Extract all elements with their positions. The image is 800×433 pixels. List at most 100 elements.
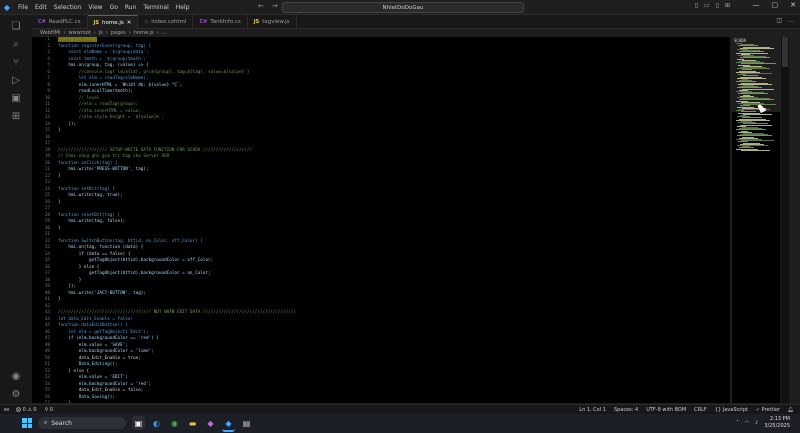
account-icon[interactable]: ◉ <box>0 367 32 385</box>
breadcrumb-item[interactable]: wwwroot <box>68 30 90 36</box>
code-text: const elmName = '$(group)data'; <box>58 50 149 55</box>
minimap[interactable]: SCADA <box>732 37 780 403</box>
settings-gear-icon[interactable]: ⚙ <box>0 385 32 403</box>
code-text: /////////////////// SETUP WRITE DATA FUN… <box>58 147 253 153</box>
clock[interactable]: 2:13 PM 3/25/2025 <box>764 416 790 430</box>
back-arrow-icon[interactable]: ← <box>258 2 264 10</box>
menu-edit[interactable]: Edit <box>35 4 47 11</box>
minimize-icon[interactable]: — <box>753 1 760 9</box>
code-text: Data_Saving(); <box>58 394 115 400</box>
code-text: } <box>58 173 61 179</box>
code-text: elm.value = 'EDIT'; <box>58 375 128 380</box>
menu-file[interactable]: File <box>18 4 28 11</box>
code-text: elm.backgroundColor = 'lime'; <box>58 349 154 354</box>
code-text: hmi.write('PRESS-BUTTON', tag); <box>58 167 149 172</box>
code-line[interactable]: 57 } <box>32 401 730 403</box>
explorer-icon[interactable]: ❏ <box>0 17 32 35</box>
vscode-logo-icon: ◆ <box>3 2 11 12</box>
code-text: } <box>58 128 61 133</box>
clock-date: 3/25/2025 <box>764 423 790 429</box>
search-icon: ⌕ <box>44 419 48 426</box>
tab-readplc[interactable]: C# ReadPLC.cs <box>32 15 88 28</box>
forward-arrow-icon[interactable]: → <box>272 2 278 10</box>
customize-layout-icon[interactable]: ⊞ <box>725 2 730 9</box>
chrome-browser-icon[interactable]: ◉ <box>168 416 181 430</box>
code-text: } else { <box>58 264 100 270</box>
code-text: } <box>58 277 82 283</box>
menu-view[interactable]: View <box>88 4 102 11</box>
toggle-sidebar-icon[interactable]: ▯ <box>695 2 698 9</box>
tab-label: tagview.js <box>262 18 290 25</box>
tray-overflow-icon[interactable]: ˄ <box>736 420 739 426</box>
language-mode[interactable]: {} JavaScript <box>715 407 748 413</box>
clock-time: 2:13 PM <box>769 416 790 422</box>
code-text: let elm = readTag(elmName); <box>58 76 149 81</box>
notifications-bell-icon[interactable]: 🔔︎ <box>788 407 794 413</box>
windows-taskbar: ⌕ Search ▣ ◐ ◉ ▬ ◆ ◆ ▤ ˄ ◠ ♪ 2:13 PM 3/2… <box>0 414 800 433</box>
prettier-status[interactable]: ✓ Prettier <box>756 407 780 413</box>
code-text: data_Edit_Enable = true; <box>58 355 141 361</box>
tab-tankinfo[interactable]: C# TankInfo.cs <box>193 15 248 28</box>
remote-explorer-icon[interactable]: ▣ <box>0 89 32 107</box>
file-explorer-icon[interactable]: ▬ <box>186 416 199 430</box>
tab-home-js[interactable]: JS home.js ✕ <box>87 15 139 29</box>
visual-studio-icon[interactable]: ◆ <box>204 416 217 430</box>
vscode-taskbar-icon[interactable]: ◆ <box>222 416 235 432</box>
volume-icon[interactable]: ♪ <box>755 420 758 426</box>
indentation[interactable]: Spaces: 4 <box>614 407 638 413</box>
wifi-icon[interactable]: ◠ <box>745 420 749 426</box>
code-text: } <box>58 225 61 231</box>
toggle-secondary-sidebar-icon[interactable]: ▯ <box>716 2 719 9</box>
taskbar-search[interactable]: ⌕ Search <box>38 417 126 429</box>
windows-start-icon[interactable] <box>22 418 32 428</box>
menu-terminal[interactable]: Terminal <box>143 4 168 11</box>
task-view-icon[interactable]: ▣ <box>132 416 145 430</box>
code-text: elm.innerHTML = `Nhiệt độ: ${value} °C`; <box>58 82 183 88</box>
cursor-position[interactable]: Ln 1, Col 1 <box>579 407 606 413</box>
edge-browser-icon[interactable]: ◐ <box>150 416 163 430</box>
tab-index-cshtml[interactable]: ◇ index.cshtml <box>138 15 194 28</box>
tab-label: index.cshtml <box>151 18 187 25</box>
more-actions-icon[interactable]: … <box>788 17 794 24</box>
source-control-icon[interactable]: ⑂ <box>0 53 32 71</box>
command-center-search[interactable]: NhietDoDoGau <box>282 2 524 13</box>
vertical-scrollbar[interactable] <box>781 37 789 403</box>
breadcrumb-item[interactable]: WebHMI <box>40 30 60 36</box>
terminal-icon[interactable]: ▤ <box>240 416 253 430</box>
code-text: hmi.write(tag, false); <box>58 219 126 224</box>
menu-go[interactable]: Go <box>110 4 118 11</box>
code-text: function registerEvent(group, tag) { <box>58 43 152 49</box>
line-ending[interactable]: CRLF <box>694 407 707 413</box>
menu-run[interactable]: Run <box>125 4 137 11</box>
scrollbar-thumb[interactable] <box>782 37 788 67</box>
problems-indicator[interactable]: ⨂ 0 ⚠ 0 <box>16 407 37 413</box>
search-icon[interactable]: ⌕ <box>0 35 32 53</box>
tab-tagview[interactable]: JS tagview.js <box>248 15 297 28</box>
split-editor-icon[interactable]: ◫ <box>776 17 782 24</box>
ports-indicator[interactable]: ⚲ 0 <box>45 407 53 413</box>
editor-tabs: C# ReadPLC.cs JS home.js ✕ ◇ index.cshtm… <box>32 15 800 29</box>
maximize-icon[interactable]: ▢ <box>772 1 779 9</box>
code-text: } else { <box>58 368 90 374</box>
code-text: readLocalTime(tmeth); <box>58 89 134 94</box>
toggle-panel-icon[interactable]: ▭ <box>704 2 710 9</box>
encoding[interactable]: UTF-8 with BOM <box>646 407 686 413</box>
extensions-icon[interactable]: ⊞ <box>0 107 32 125</box>
breadcrumb-item[interactable]: ... <box>162 30 167 36</box>
close-icon[interactable]: ✕ <box>790 1 796 9</box>
menu-bar: File Edit Selection View Go Run Terminal… <box>18 4 189 11</box>
code-text: }); <box>58 284 77 289</box>
menu-help[interactable]: Help <box>176 4 190 11</box>
activity-bar: ❏ ⌕ ⑂ ▷ ▣ ⊞ ◉ ⚙ <box>0 15 32 405</box>
menu-selection[interactable]: Selection <box>54 4 82 11</box>
breadcrumb-item[interactable]: pages <box>111 30 126 36</box>
run-debug-icon[interactable]: ▷ <box>0 71 32 89</box>
breadcrumb-item[interactable]: home.js <box>134 30 154 36</box>
breadcrumb-item[interactable]: js <box>99 30 103 36</box>
code-editor[interactable]: 1//#region SCADA 2 function registerEvent(… <box>32 37 730 403</box>
code-text: if (data == false) { <box>58 251 131 257</box>
csharp-file-icon: C# <box>199 18 208 25</box>
tab-close-icon[interactable]: ✕ <box>127 20 132 26</box>
code-text: //elm = readTag(group); <box>58 102 139 107</box>
remote-indicator-icon[interactable]: ⋈ <box>4 407 9 413</box>
